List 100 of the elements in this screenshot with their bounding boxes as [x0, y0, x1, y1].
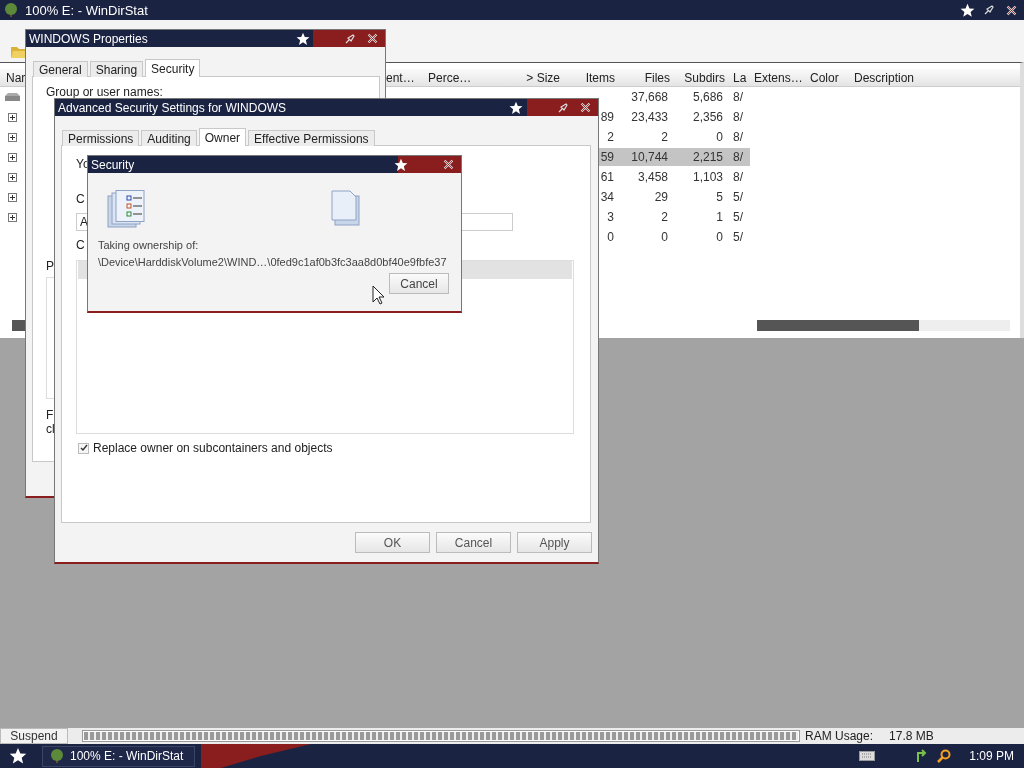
- group-label: Group or user names:: [46, 85, 163, 99]
- column-header[interactable]: Description: [850, 70, 960, 85]
- table-cell-text: 29: [653, 190, 668, 204]
- search-icon[interactable]: [937, 749, 952, 763]
- expand-icon[interactable]: [8, 172, 17, 182]
- table-row[interactable]: 37,668 5,686 8/: [598, 88, 750, 106]
- column-header[interactable]: Nar: [0, 70, 25, 85]
- expand-icon[interactable]: [8, 192, 17, 202]
- expand-icon[interactable]: [8, 212, 17, 222]
- check-icon: [79, 444, 88, 452]
- table-cell-text: 2: [660, 210, 668, 224]
- cancel-button[interactable]: Cancel: [389, 273, 449, 294]
- table-cell-text: 2: [660, 130, 668, 144]
- note-text: F cl: [46, 408, 55, 436]
- dialog-button[interactable]: Cancel: [436, 532, 511, 553]
- tree-icon: [3, 2, 19, 18]
- table-row[interactable]: 34 29 5 5/: [598, 188, 750, 206]
- table-row[interactable]: 2 2 0 8/: [598, 128, 750, 146]
- dialog-button[interactable]: OK: [355, 532, 430, 553]
- table-row[interactable]: 3 2 1 5/: [598, 208, 750, 226]
- table-cell-text: 3,458: [636, 170, 668, 184]
- dialog-button[interactable]: Apply: [517, 532, 592, 553]
- column-header[interactable]: Files: [615, 70, 670, 85]
- taskbar-button[interactable]: 100% E: - WinDirStat: [42, 745, 195, 767]
- table-cell-text: 5/: [732, 230, 744, 244]
- column-header[interactable]: Subdirs: [670, 70, 725, 85]
- column-header[interactable]: Perce…: [424, 70, 500, 85]
- close-button[interactable]: [443, 159, 454, 170]
- table-cell-text: 1: [715, 210, 723, 224]
- table-cell-text: 8/: [732, 110, 744, 124]
- table-cell-text: 8/: [732, 90, 744, 104]
- tab[interactable]: Effective Permissions: [248, 130, 375, 146]
- table-cell-text: 23,433: [630, 110, 668, 124]
- table-row[interactable]: 0 0 0 5/: [598, 228, 750, 246]
- table-cell: 89: [600, 110, 614, 124]
- replace-owner-checkbox[interactable]: Replace owner on subcontainers and objects: [78, 441, 333, 455]
- column-header[interactable]: Items: [560, 70, 615, 85]
- table-cell-text: 5,686: [691, 90, 723, 104]
- table-cell-text: 0: [606, 230, 614, 244]
- table-cell-text: 2,356: [691, 110, 723, 124]
- table-row[interactable]: 89 23,433 2,356 8/: [598, 108, 750, 126]
- clock: 1:09 PM: [969, 749, 1014, 763]
- star-icon: [296, 31, 310, 46]
- document-icon: [331, 190, 361, 226]
- table-cell-text: 0: [715, 130, 723, 144]
- table-row[interactable]: 59 10,744 2,215 8/: [598, 148, 750, 166]
- table-row[interactable]: 61 3,458 1,103 8/: [598, 168, 750, 186]
- close-button[interactable]: [580, 102, 591, 113]
- window-title: Security: [91, 157, 136, 172]
- tab[interactable]: Auditing: [141, 130, 197, 146]
- change-owner-label: C: [76, 238, 85, 252]
- tab[interactable]: General: [33, 61, 88, 77]
- window-title: WINDOWS Properties: [29, 31, 149, 46]
- table-cell-text: 3: [606, 210, 614, 224]
- status-label: RAM Usage:: [805, 729, 874, 743]
- table-cell-text: 5/: [732, 190, 744, 204]
- table-cell-text: 2,215: [691, 150, 723, 164]
- table-cell-text: 0: [715, 230, 723, 244]
- table-cell: 61: [600, 170, 614, 184]
- pin-button[interactable]: [984, 5, 994, 15]
- column-header[interactable]: > Size: [500, 70, 560, 85]
- tree-icon: [49, 748, 65, 764]
- table-cell-text: 5: [715, 190, 723, 204]
- column-header[interactable]: La: [733, 70, 750, 85]
- star-icon: [9, 747, 27, 765]
- table-cell: 59: [600, 150, 614, 164]
- suspend-button[interactable]: Suspend: [0, 728, 68, 744]
- tab[interactable]: Security: [145, 59, 201, 77]
- table-cell-text: 37,668: [630, 90, 668, 104]
- expand-icon[interactable]: [8, 132, 17, 142]
- star-icon: [960, 2, 975, 18]
- column-header[interactable]: ent…: [386, 70, 424, 85]
- close-button[interactable]: [1006, 4, 1017, 16]
- message-text: Taking ownership of:: [98, 238, 200, 253]
- table-cell-text: 0: [660, 230, 668, 244]
- close-button[interactable]: [367, 33, 378, 44]
- window-title: 100% E: - WinDirStat: [25, 2, 149, 18]
- column-header[interactable]: Extens…: [750, 70, 810, 85]
- expand-icon[interactable]: [8, 112, 17, 122]
- table-cell-text: 5/: [732, 210, 744, 224]
- tab[interactable]: Sharing: [89, 61, 144, 77]
- current-owner-label: C: [76, 192, 85, 206]
- window-title: Advanced Security Settings for WINDOWS: [58, 100, 288, 115]
- keyboard-icon[interactable]: [859, 751, 876, 761]
- scrollbar[interactable]: [757, 320, 1010, 331]
- tab[interactable]: Owner: [198, 128, 247, 146]
- expand-icon[interactable]: [8, 152, 17, 162]
- star-icon: [509, 100, 523, 115]
- scrollbar[interactable]: [12, 320, 25, 331]
- tab[interactable]: Permissions: [62, 130, 140, 146]
- drive-icon: [4, 92, 21, 102]
- status-value: 17.8 MB: [889, 729, 934, 743]
- table-cell-text: 2: [606, 130, 614, 144]
- table-cell-text: 8/: [732, 170, 744, 184]
- column-header[interactable]: Color: [810, 70, 850, 85]
- table-cell-text: 8/: [732, 150, 744, 164]
- pin-button[interactable]: [345, 33, 355, 44]
- table-cell-text: 10,744: [630, 150, 668, 164]
- table-cell: 34: [600, 190, 614, 204]
- pin-button[interactable]: [558, 102, 568, 113]
